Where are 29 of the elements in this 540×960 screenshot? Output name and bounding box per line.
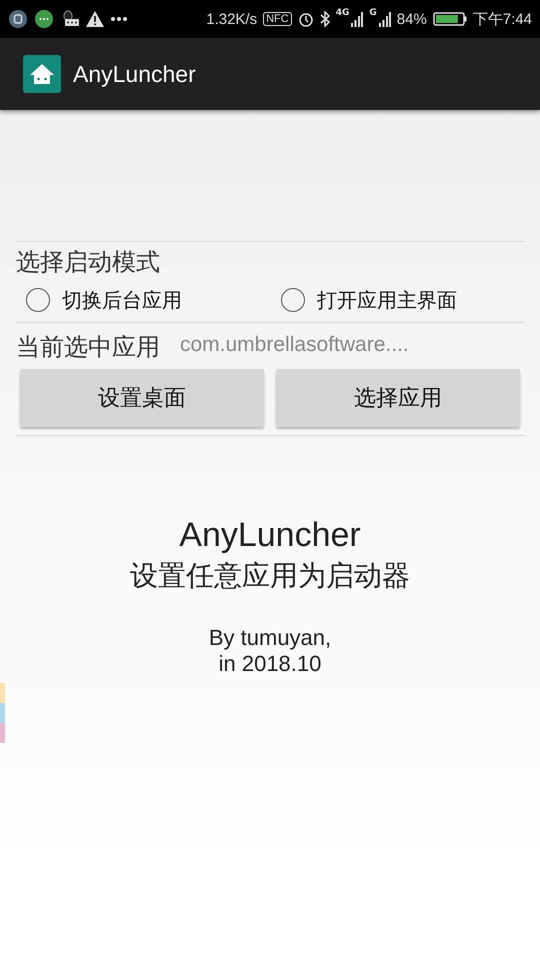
edge-handle-drawing[interactable]	[0, 683, 5, 743]
bluetooth-icon	[320, 11, 330, 27]
battery-icon	[432, 11, 467, 27]
author-text: By tumuyan,	[208, 625, 332, 651]
house-icon	[23, 55, 61, 93]
app-notification-icon	[8, 9, 28, 29]
warning-icon	[86, 11, 104, 27]
network-speed: 1.32K/s	[206, 10, 258, 28]
date-text: in 2018.10	[218, 651, 322, 677]
more-icon	[110, 16, 128, 22]
mode-label: 选择启动模式	[15, 247, 161, 278]
clock: 下午7:44	[472, 10, 532, 28]
network-type: 4G	[336, 8, 350, 18]
about-subtitle: 设置任意应用为启动器	[130, 558, 410, 594]
signal-icon	[351, 11, 364, 27]
current-app-label: 当前选中应用	[15, 332, 160, 363]
current-app-value: com.umbrellasoftware....	[180, 333, 409, 357]
alarm-icon	[298, 11, 314, 27]
about-title: AnyLuncher	[179, 516, 361, 555]
radio-option[interactable]: 打开应用主界面	[270, 286, 525, 314]
action-button[interactable]: 设置桌面	[20, 369, 264, 427]
action-button[interactable]: 选择应用	[276, 369, 520, 427]
signal-icon	[378, 11, 391, 27]
chat-notification-icon	[34, 9, 54, 29]
battery-percent: 84%	[396, 10, 427, 28]
nfc-indicator: NFC	[263, 12, 292, 26]
app-title: AnyLuncher	[73, 60, 196, 88]
radio-option[interactable]: 切换后台应用	[15, 286, 270, 314]
network-type: G	[369, 8, 377, 18]
